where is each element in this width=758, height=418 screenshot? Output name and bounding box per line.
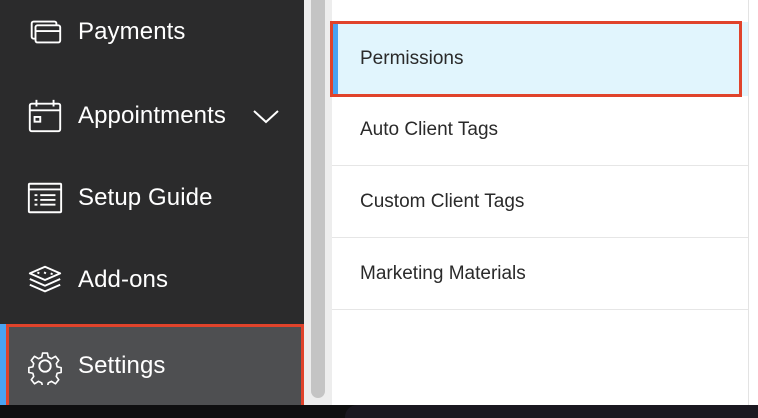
menu-item-label: Permissions bbox=[360, 48, 464, 69]
bottom-window-edge bbox=[345, 405, 758, 418]
sidebar-item-label: Settings bbox=[78, 352, 166, 379]
menu-item-label: Marketing Materials bbox=[360, 262, 526, 284]
checklist-icon bbox=[25, 178, 65, 218]
menu-item-label: Auto Client Tags bbox=[360, 118, 499, 140]
sidebar-item-appointments[interactable]: Appointments bbox=[0, 76, 304, 156]
sidebar-item-label: Setup Guide bbox=[78, 184, 213, 211]
sidebar-item-settings[interactable]: Settings bbox=[6, 324, 304, 408]
menu-item-auto-client-tags[interactable]: Auto Client Tags bbox=[332, 94, 748, 166]
calendar-icon bbox=[25, 96, 65, 136]
layers-icon bbox=[25, 260, 65, 300]
panel-divider bbox=[748, 0, 749, 405]
sidebar-item-payments[interactable]: Payments bbox=[0, 0, 304, 72]
sidebar-item-label: Payments bbox=[78, 18, 186, 45]
chevron-down-icon[interactable] bbox=[252, 102, 280, 130]
selected-accent bbox=[332, 22, 338, 96]
menu-item-permissions[interactable]: Permissions bbox=[332, 22, 748, 96]
menu-item-marketing-materials[interactable]: Marketing Materials bbox=[332, 238, 748, 310]
menu-item-label: Custom Client Tags bbox=[360, 190, 525, 212]
credit-card-icon bbox=[25, 12, 65, 52]
sidebar-item-label: Add-ons bbox=[78, 266, 169, 293]
gear-icon bbox=[25, 346, 65, 386]
sidebar-item-add-ons[interactable]: Add-ons bbox=[0, 240, 304, 320]
sidebar: Payments Appointments Setup Guide Add-on… bbox=[0, 0, 304, 418]
sidebar-item-label: Appointments bbox=[78, 102, 226, 129]
scrollbar-thumb[interactable] bbox=[311, 0, 325, 398]
sidebar-item-setup-guide[interactable]: Setup Guide bbox=[0, 158, 304, 238]
menu-item-custom-client-tags[interactable]: Custom Client Tags bbox=[332, 166, 748, 238]
